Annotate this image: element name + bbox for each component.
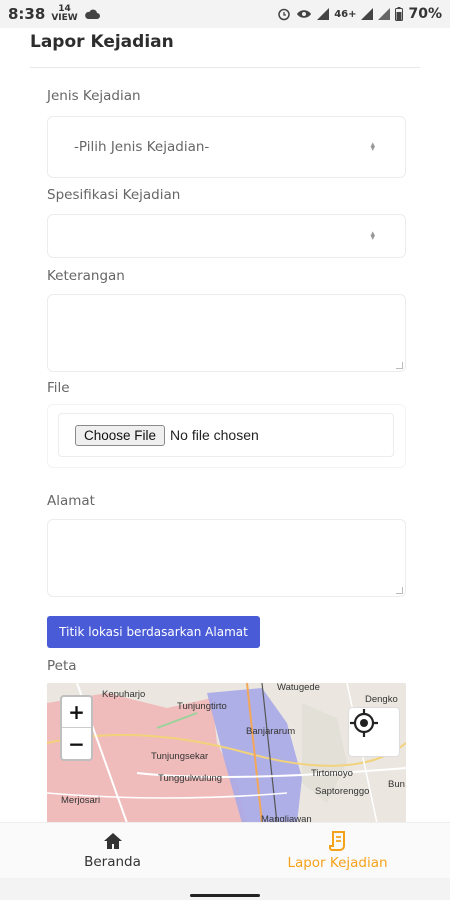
file-label: File [47,380,70,396]
file-input[interactable]: Choose File No file chosen [58,413,394,457]
alarm-icon [278,8,290,21]
signal-icon-2 [378,8,391,20]
keterangan-label: Keterangan [47,268,125,284]
jenis-kejadian-label: Jenis Kejadian [47,88,141,104]
file-upload-container: Choose File No file chosen [47,404,406,468]
battery-icon [395,7,404,21]
wifi-signal-icon [317,8,330,20]
map-place-label: Dengko [365,694,398,705]
location-map[interactable]: Kepuharjo Tunjungtirto Watugede Dengko B… [47,683,406,823]
app-header: Lapor Kejadian [0,28,450,68]
spesifikasi-kejadian-label: Spesifikasi Kejadian [47,187,181,203]
map-place-label: Kepuharjo [102,689,146,700]
zoom-control: + − [60,695,93,761]
status-right: 46+ 70% [277,6,442,22]
status-bar: 8:38 14 VIEW 46+ 70% [0,0,450,28]
home-icon [103,832,122,849]
battery-percent: 70% [408,6,442,22]
jenis-kejadian-select[interactable]: -Pilih Jenis Kejadian- ▴ ▾ [47,116,406,178]
no-file-text: No file chosen [170,427,259,443]
map-place-label: Tirtomoyo [311,768,353,779]
eye-icon [297,10,312,18]
page-title: Lapor Kejadian [30,32,174,52]
crosshair-icon [350,709,378,737]
geocode-address-button[interactable]: Titik lokasi berdasarkan Alamat [47,616,260,648]
peta-label: Peta [47,658,77,674]
alamat-label: Alamat [47,493,95,509]
map-place-label: Tunjungtirto [177,701,227,712]
map-place-label: Tunjungsekar [151,751,209,762]
network-type: 46+ [334,8,357,20]
zoom-in-button[interactable]: + [62,697,91,728]
map-place-label: Saptorenggo [315,786,370,797]
keterangan-textarea[interactable] [47,294,406,372]
header-divider [30,67,420,68]
signal-icon [361,8,374,20]
alamat-textarea[interactable] [47,519,406,597]
locate-me-button[interactable] [348,707,400,757]
nav-label-beranda: Beranda [84,853,141,870]
scroll-document-icon [328,830,345,851]
map-place-label: Watugede [277,683,320,693]
nav-item-lapor-kejadian[interactable]: Lapor Kejadian [225,823,450,878]
map-place-label: Banjararum [246,726,296,737]
select-arrows-icon: ▴ ▾ [370,140,375,154]
gesture-handle[interactable] [190,894,260,897]
nav-label-lapor-kejadian: Lapor Kejadian [287,854,388,871]
status-time: 8:38 [8,5,46,23]
spesifikasi-kejadian-select[interactable]: ▴ ▾ [47,214,406,258]
gesture-bar-area [0,878,450,900]
resize-handle[interactable] [396,362,403,369]
map-place-label: Bun [388,779,405,790]
map-place-label: Merjosari [61,795,101,806]
select-arrows-icon: ▴ ▾ [370,229,375,243]
nav-item-beranda[interactable]: Beranda [0,823,225,878]
choose-file-button[interactable]: Choose File [75,424,166,446]
notification-text: VIEW [51,13,78,23]
status-left: 8:38 14 VIEW [8,5,100,23]
jenis-kejadian-value: -Pilih Jenis Kejadian- [74,139,210,155]
zoom-out-button[interactable]: − [62,728,91,759]
bottom-navigation: Beranda Lapor Kejadian [0,822,450,878]
notification-badge: 14 VIEW [51,5,77,23]
cloud-icon [84,9,100,19]
resize-handle[interactable] [396,587,403,594]
map-place-label: Tunggulwulung [158,773,223,784]
